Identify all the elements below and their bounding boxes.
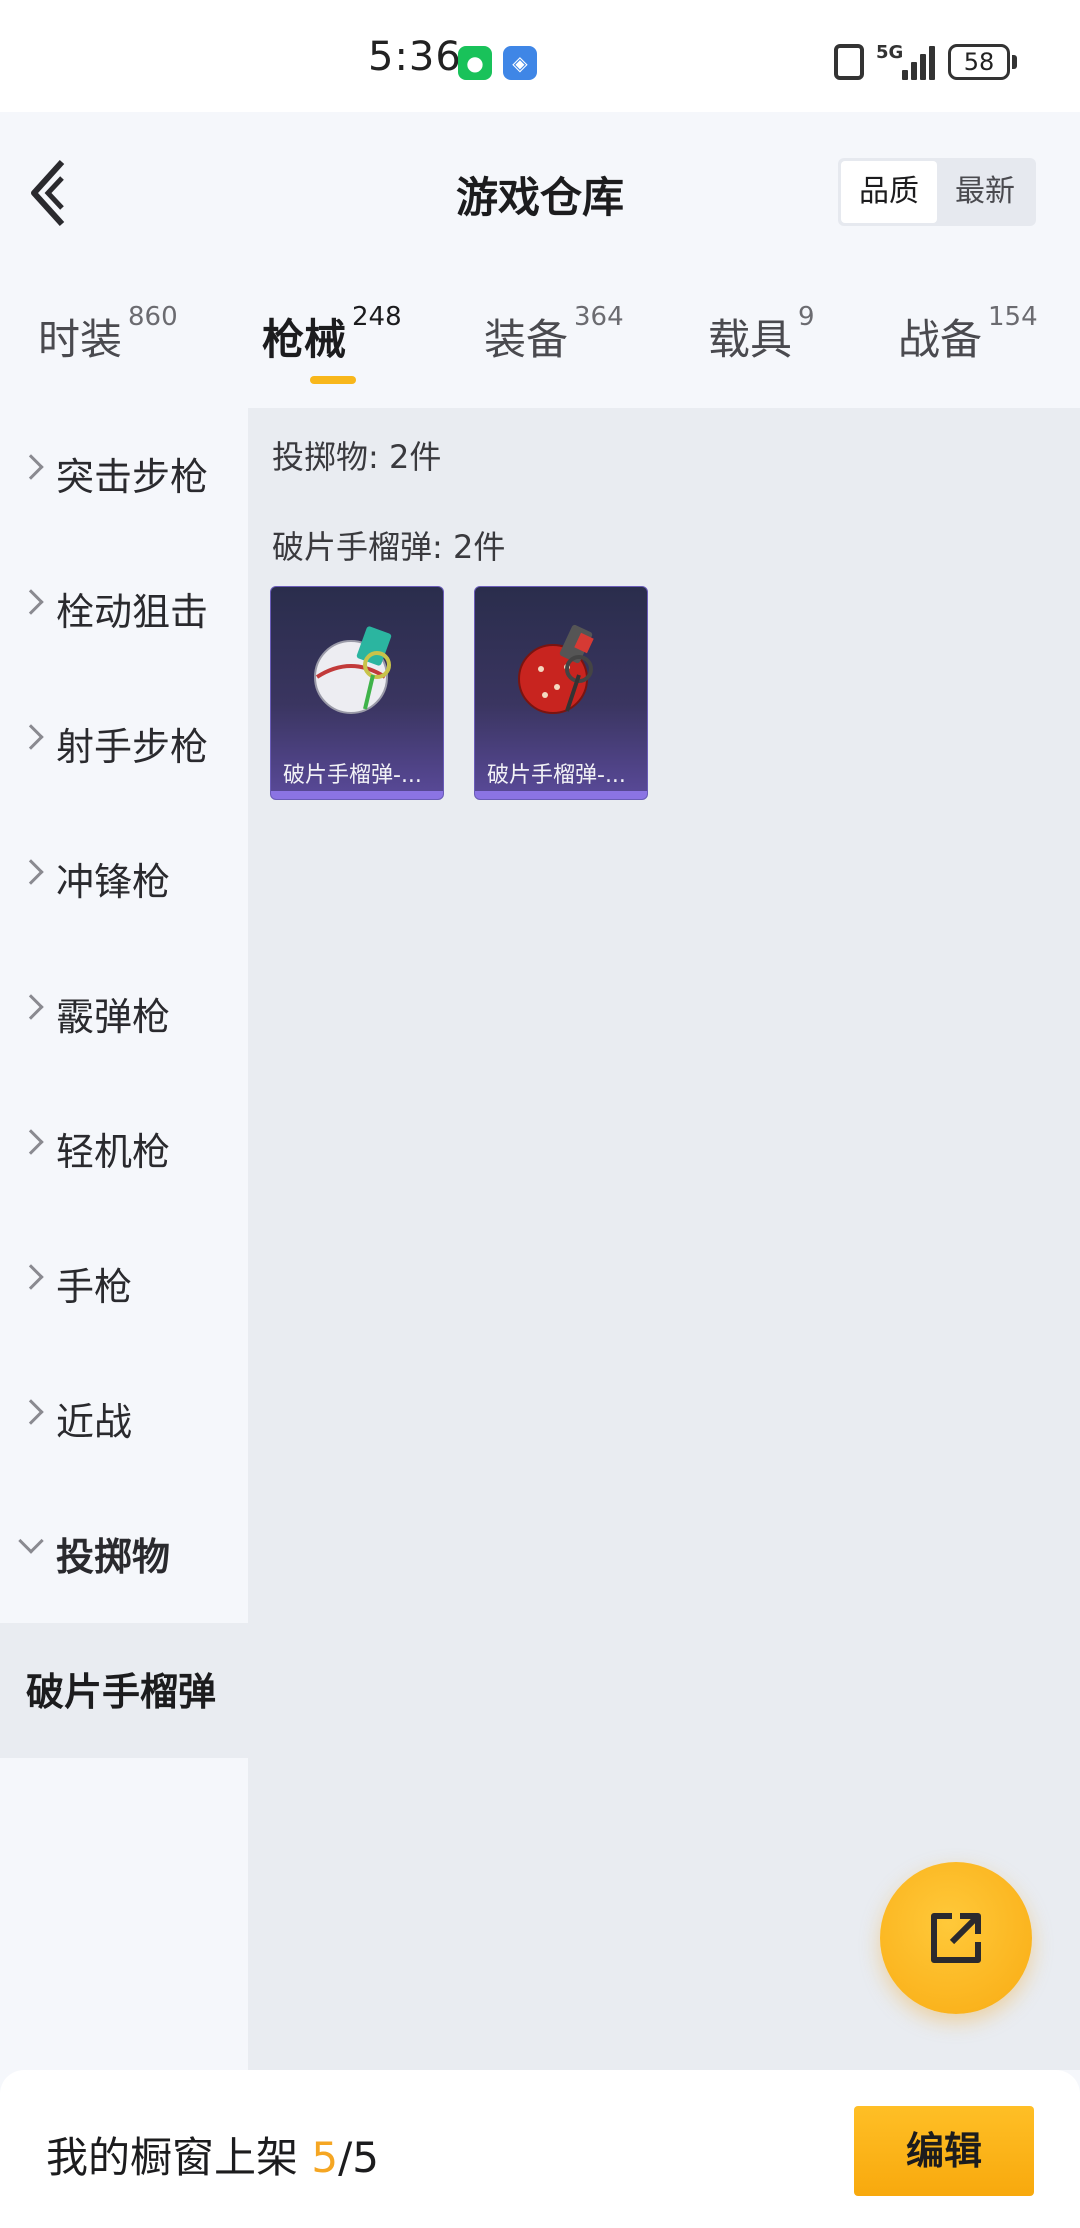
item-name: 破片手榴弹-... (487, 763, 626, 788)
item-card[interactable]: 破片手榴弹-... (474, 586, 648, 800)
grenade-red-icon (518, 624, 594, 714)
sidebar-subitem-frag-grenade[interactable]: 破片手榴弹 (0, 1623, 248, 1758)
showcase-current-count: 5 (311, 2133, 339, 2182)
sidebar-item-marksman-rifle[interactable]: 射手步枪 (0, 678, 248, 813)
sidebar-item-shotgun[interactable]: 霰弹枪 (0, 948, 248, 1083)
sidebar-item-bolt-sniper[interactable]: 栓动狙击 (0, 543, 248, 678)
share-external-icon (931, 1913, 981, 1963)
tab-label: 战备 (898, 315, 983, 364)
chevron-right-icon (18, 589, 44, 615)
tab-label: 载具 (708, 315, 793, 364)
item-card[interactable]: 破片手榴弹-... (270, 586, 444, 800)
sidebar-item-throwables[interactable]: 投掷物 (0, 1488, 248, 1623)
chevron-right-icon (18, 1399, 44, 1425)
category-tabs: 时装 860 枪械 248 装备 364 载具 9 战备 154 (0, 272, 1080, 408)
sidebar-item-label: 冲锋枪 (56, 860, 171, 904)
game-notification-icon: ◈ (503, 46, 537, 80)
tab-count: 9 (798, 302, 815, 332)
tab-equipment[interactable]: 装备 364 (484, 302, 624, 367)
category-summary: 投掷物: 2件 (272, 438, 442, 476)
sort-latest-button[interactable]: 最新 (937, 161, 1033, 223)
sidebar-item-label: 霰弹枪 (56, 995, 171, 1039)
sidebar-item-smg[interactable]: 冲锋枪 (0, 813, 248, 948)
chevron-right-icon (18, 994, 44, 1020)
signal-icon (896, 44, 936, 80)
wechat-notification-icon: ● (458, 46, 492, 80)
chevron-right-icon (18, 1129, 44, 1155)
sidebar-item-assault-rifle[interactable]: 突击步枪 (0, 408, 248, 543)
item-grid-panel: 投掷物: 2件 破片手榴弹: 2件 破片手榴弹-... 破片手榴弹-... (248, 408, 1080, 2070)
status-bar: 5:36 ● ◈ 5G 58 (0, 0, 1080, 112)
sidebar-item-label: 射手步枪 (56, 725, 209, 769)
tab-label: 装备 (484, 315, 569, 364)
chevron-down-icon (18, 1528, 44, 1554)
tab-count: 860 (128, 302, 178, 332)
sidebar: 突击步枪 栓动狙击 射手步枪 冲锋枪 霰弹枪 轻机枪 手枪 近战 投掷物 破片手… (0, 408, 248, 2070)
tab-count: 248 (352, 302, 402, 332)
tab-vehicles[interactable]: 载具 9 (708, 302, 815, 367)
grenade-white-icon (314, 626, 392, 714)
tab-count: 154 (988, 302, 1038, 332)
tab-label: 枪械 (262, 315, 347, 364)
rarity-bar (475, 791, 647, 799)
chevron-right-icon (18, 859, 44, 885)
rarity-bar (271, 791, 443, 799)
header: 游戏仓库 品质 最新 (0, 112, 1080, 272)
showcase-status: 我的橱窗上架 5/5 (46, 2124, 379, 2185)
sidebar-item-lmg[interactable]: 轻机枪 (0, 1083, 248, 1218)
chevron-right-icon (18, 724, 44, 750)
sidebar-item-label: 突击步枪 (56, 455, 209, 499)
sort-toggle: 品质 最新 (838, 158, 1036, 226)
showcase-bar: 我的橱窗上架 5/5 编辑 (0, 2070, 1080, 2228)
chevron-right-icon (18, 454, 44, 480)
subcategory-summary: 破片手榴弹: 2件 (272, 528, 506, 566)
sidebar-item-melee[interactable]: 近战 (0, 1353, 248, 1488)
edit-button[interactable]: 编辑 (854, 2106, 1034, 2196)
tab-gear[interactable]: 战备 154 (898, 302, 1038, 367)
chevron-right-icon (18, 1264, 44, 1290)
sort-quality-button[interactable]: 品质 (841, 161, 937, 223)
showcase-total-count: /5 (338, 2133, 379, 2182)
sidebar-item-label: 投掷物 (56, 1535, 171, 1579)
tab-count: 364 (574, 302, 624, 332)
sidebar-item-label: 栓动狙击 (56, 590, 209, 634)
showcase-label: 我的橱窗上架 (46, 2133, 299, 2182)
sidebar-item-label: 近战 (56, 1400, 133, 1444)
share-button[interactable] (880, 1862, 1032, 2014)
sidebar-item-label: 手枪 (56, 1265, 133, 1309)
battery-tip (1012, 55, 1017, 69)
tab-firearms[interactable]: 枪械 248 (262, 302, 402, 367)
nfc-icon (834, 44, 864, 80)
tab-label: 时装 (38, 315, 123, 364)
sidebar-item-pistol[interactable]: 手枪 (0, 1218, 248, 1353)
battery-icon: 58 (948, 44, 1010, 80)
status-time: 5:36 (368, 34, 462, 80)
sidebar-item-label: 轻机枪 (56, 1130, 171, 1174)
tab-fashion[interactable]: 时装 860 (38, 302, 178, 367)
active-tab-indicator (310, 376, 356, 384)
item-name: 破片手榴弹-... (283, 763, 422, 788)
sidebar-subitem-label: 破片手榴弹 (26, 1670, 217, 1714)
